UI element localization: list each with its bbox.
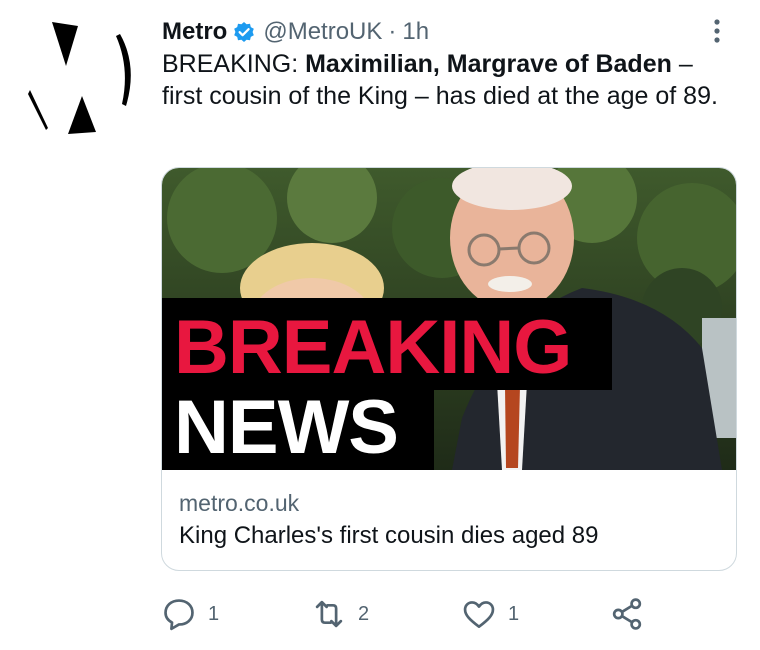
more-dots-icon[interactable]: [710, 18, 724, 48]
tweet-text: BREAKING: Maximilian, Margrave of Baden …: [162, 48, 732, 112]
share-icon: [608, 595, 646, 633]
share-button[interactable]: [608, 594, 646, 634]
card-title: King Charles's first cousin dies aged 89: [179, 522, 599, 549]
verified-badge-icon: [233, 21, 255, 43]
tweet-header: Metro @MetroUK · 1h: [162, 16, 429, 48]
separator-dot: ·: [388, 18, 397, 45]
metro-logo-icon[interactable]: [22, 16, 144, 138]
action-bar: 1 2 1: [160, 594, 660, 634]
card-image[interactable]: BREAKING NEWS: [162, 168, 736, 470]
banner-breaking-text: BREAKING: [174, 305, 571, 390]
retweet-button[interactable]: 2: [310, 594, 369, 634]
reply-count: 1: [208, 602, 220, 625]
tweet[interactable]: Metro @MetroUK · 1h BREAKING: Maximilian…: [0, 0, 760, 650]
card-domain: metro.co.uk: [179, 490, 300, 516]
display-name[interactable]: Metro: [162, 18, 227, 46]
reply-button[interactable]: 1: [160, 594, 219, 634]
like-button[interactable]: 1: [460, 594, 519, 634]
user-handle[interactable]: @MetroUK: [263, 18, 382, 46]
like-count: 1: [508, 602, 520, 625]
timestamp[interactable]: 1h: [402, 18, 429, 46]
tweet-text-bold: Maximilian, Margrave of Baden: [305, 50, 672, 78]
retweet-icon: [310, 595, 348, 633]
reply-icon: [160, 595, 198, 633]
link-card[interactable]: BREAKING NEWS metro.co.uk King Charles's…: [161, 167, 737, 571]
banner-news-text: NEWS: [174, 385, 398, 470]
heart-icon: [460, 595, 498, 633]
tweet-text-prefix: BREAKING:: [162, 50, 306, 78]
retweet-count: 2: [358, 602, 370, 625]
